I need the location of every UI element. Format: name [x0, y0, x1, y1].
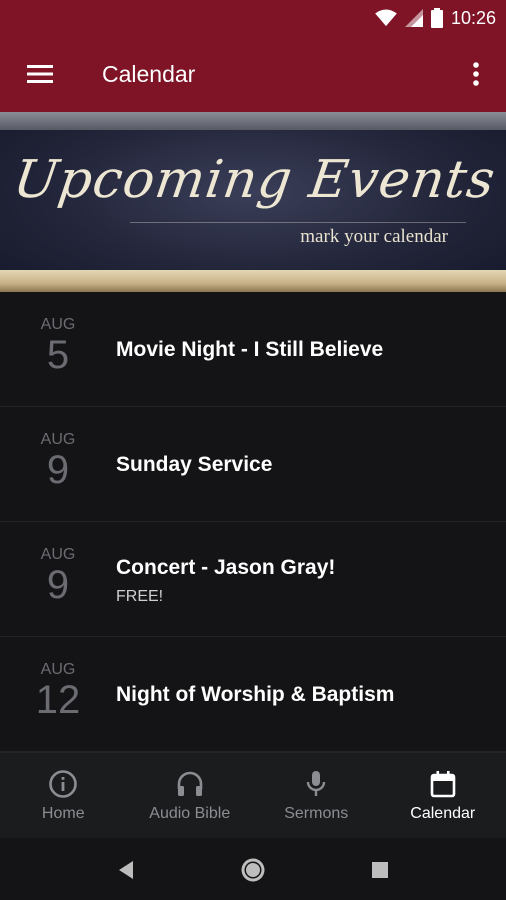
overflow-menu-button[interactable] — [456, 48, 496, 100]
nav-item-sermons[interactable]: Sermons — [253, 753, 380, 838]
banner-title: Upcoming Events — [9, 150, 500, 210]
status-bar: 10:26 — [0, 0, 506, 36]
hamburger-menu-icon — [27, 65, 53, 83]
nav-item-calendar[interactable]: Calendar — [380, 753, 506, 838]
event-date: AUG 9 — [20, 546, 96, 606]
page-title: Calendar — [102, 61, 196, 87]
event-title: Concert - Jason Gray! — [116, 556, 336, 579]
banner-divider — [130, 222, 466, 223]
status-time: 10:26 — [450, 7, 496, 28]
event-month: AUG — [40, 316, 76, 333]
event-day: 12 — [35, 678, 81, 722]
upcoming-events-banner: Upcoming Events mark your calendar — [0, 112, 506, 292]
system-back-button[interactable] — [106, 850, 146, 890]
event-item[interactable]: AUG 12 Night of Worship & Baptism — [0, 637, 506, 752]
bottom-navigation: Home Audio Bible Sermons Calendar — [0, 752, 506, 838]
nav-item-audio-bible[interactable]: Audio Bible — [127, 753, 254, 838]
event-date: AUG 9 — [20, 431, 96, 491]
app-bar: Calendar — [0, 36, 506, 112]
banner-frame-bottom — [0, 270, 506, 292]
battery-icon — [430, 8, 443, 28]
nav-label: Sermons — [284, 805, 349, 822]
recents-square-icon — [372, 862, 388, 878]
event-item[interactable]: AUG 9 Sunday Service — [0, 407, 506, 522]
calendar-icon — [430, 771, 456, 798]
event-item[interactable]: AUG 5 Movie Night - I Still Believe — [0, 292, 506, 407]
status-icons: 10:26 — [375, 0, 496, 36]
home-circle-icon — [241, 858, 265, 882]
event-day: 9 — [46, 448, 70, 492]
event-month: AUG — [40, 546, 76, 563]
event-subtitle: FREE! — [116, 588, 164, 605]
events-list: AUG 5 Movie Night - I Still Believe AUG … — [0, 292, 506, 752]
more-vert-icon — [473, 62, 479, 86]
cell-signal-icon — [404, 9, 423, 27]
system-navigation-bar — [0, 838, 506, 900]
nav-label: Calendar — [410, 805, 476, 822]
system-home-button[interactable] — [233, 850, 273, 890]
event-date: AUG 12 — [20, 661, 96, 721]
wifi-icon — [375, 9, 397, 27]
nav-label: Audio Bible — [149, 805, 231, 822]
event-item[interactable]: AUG 9 Concert - Jason Gray! FREE! — [0, 522, 506, 637]
menu-button[interactable] — [14, 48, 66, 100]
event-day: 9 — [46, 563, 70, 607]
banner-subtitle: mark your calendar — [300, 226, 448, 247]
back-triangle-icon — [119, 861, 133, 879]
event-day: 5 — [46, 333, 70, 377]
system-recents-button[interactable] — [360, 850, 400, 890]
event-month: AUG — [40, 431, 76, 448]
microphone-icon — [307, 771, 326, 796]
event-month: AUG — [40, 661, 76, 678]
headphones-icon — [177, 771, 203, 796]
nav-label: Home — [41, 805, 85, 822]
event-title: Movie Night - I Still Believe — [116, 338, 384, 361]
banner-frame-top — [0, 112, 506, 130]
event-date: AUG 5 — [20, 316, 96, 376]
info-circle-icon — [49, 770, 78, 798]
event-title: Sunday Service — [116, 453, 273, 476]
nav-item-home[interactable]: Home — [0, 753, 127, 838]
event-title: Night of Worship & Baptism — [116, 683, 395, 706]
